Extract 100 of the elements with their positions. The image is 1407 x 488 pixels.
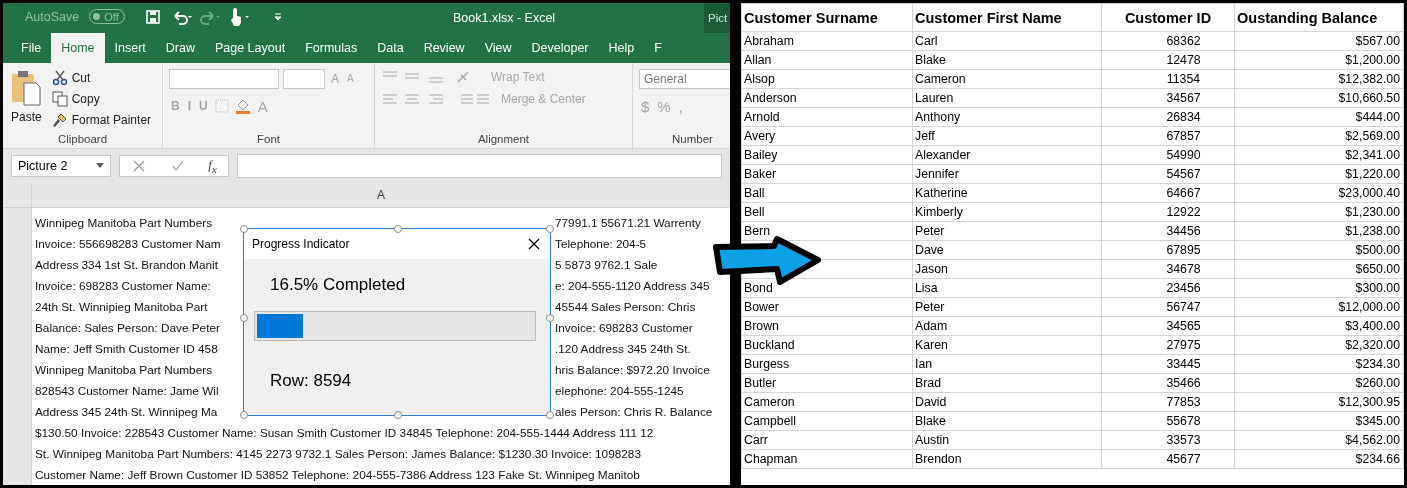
- table-cell: Jennifer: [912, 164, 1102, 184]
- format-painter-button[interactable]: Format Painter: [49, 110, 154, 129]
- table-cell: 33445: [1101, 354, 1235, 374]
- dropdown-icon[interactable]: [96, 163, 104, 169]
- resize-handle[interactable]: [240, 225, 248, 233]
- ribbon-tab[interactable]: Home: [51, 32, 105, 63]
- table-cell: $260.00: [1234, 373, 1404, 393]
- ribbon-tab[interactable]: F: [644, 32, 672, 63]
- table-cell: $1,238.00: [1234, 221, 1404, 241]
- ribbon-tab[interactable]: Help: [598, 32, 645, 63]
- cell-text: 77991.1 55671.21 Warrenty: [555, 215, 701, 230]
- resize-handle[interactable]: [546, 225, 554, 233]
- ribbon-tab[interactable]: Review: [413, 32, 475, 63]
- table-cell: $1,230.00: [1234, 202, 1404, 222]
- ribbon-tab[interactable]: Formulas: [295, 32, 368, 63]
- table-cell: 12922: [1101, 202, 1235, 222]
- resize-handle[interactable]: [240, 411, 248, 419]
- table-cell: $500.00: [1234, 240, 1404, 260]
- table-cell: Cameron: [912, 69, 1102, 89]
- resize-handle[interactable]: [394, 411, 402, 419]
- formula-field[interactable]: [237, 153, 722, 178]
- table-cell: 33573: [1101, 430, 1235, 450]
- resize-handle[interactable]: [240, 314, 248, 322]
- table-cell: Bailey: [741, 145, 913, 165]
- copy-button[interactable]: Copy: [49, 89, 154, 108]
- cell-text: hris Balance: $972.20 Invoice: [555, 362, 710, 377]
- table-cell: $650.00: [1234, 259, 1404, 279]
- table-cell: Alsop: [741, 69, 913, 89]
- table-cell: Jeff: [912, 126, 1102, 146]
- resize-handle[interactable]: [546, 411, 554, 419]
- table-cell: 45677: [1101, 449, 1235, 469]
- paste-button[interactable]: Paste: [9, 108, 44, 125]
- save-icon[interactable]: [144, 8, 161, 25]
- table-cell: Peter: [912, 297, 1102, 317]
- table-cell: Adam: [912, 316, 1102, 336]
- font-name-field[interactable]: [169, 68, 279, 89]
- table-cell: Butler: [741, 373, 913, 393]
- table-cell: 55678: [1101, 411, 1235, 431]
- table-cell: Allan: [741, 50, 913, 70]
- close-icon[interactable]: [526, 236, 542, 252]
- table-cell: 56747: [1101, 297, 1235, 317]
- redo-icon[interactable]: [198, 8, 221, 25]
- table-cell: Carr: [741, 430, 913, 450]
- scissors-icon: [51, 69, 68, 86]
- table-cell: Bower: [741, 297, 913, 317]
- table-cell: Abraham: [741, 31, 913, 51]
- cell-text: St. Winnipeg Manitoba Part Numbers: 4145 2273 9732.1 Sales Person: James Balance: $1230.30 Invoice: 1098283: [35, 446, 641, 461]
- ribbon-tab[interactable]: Page Layout: [204, 32, 296, 63]
- table-cell: Jason: [912, 259, 1102, 279]
- cell-text: ales Person: Chris R. Balance: [555, 404, 713, 419]
- copy-icon: [51, 90, 68, 107]
- column-header: Oustanding Balance: [1234, 3, 1404, 32]
- name-box[interactable]: Picture 2: [11, 154, 111, 177]
- ribbon-tab[interactable]: Insert: [104, 32, 156, 63]
- column-header: Customer Surname: [741, 3, 913, 32]
- group-label: Alignment: [476, 132, 531, 145]
- table-cell: Chapman: [741, 449, 913, 469]
- table-cell: $234.30: [1234, 354, 1404, 374]
- table-cell: $2,341.00: [1234, 145, 1404, 165]
- number-format-field[interactable]: General: [639, 68, 730, 89]
- column-header: Customer ID: [1101, 3, 1235, 32]
- table-cell: 27975: [1101, 335, 1235, 355]
- resize-handle[interactable]: [546, 314, 554, 322]
- cell-text: Address 334 1st St. Brandon Manit: [35, 257, 218, 272]
- insert-function-button[interactable]: f$_{x}$: [208, 157, 217, 175]
- group-label: Font: [256, 132, 281, 145]
- cell-text: elephone: 204-555-1245: [555, 383, 684, 398]
- ribbon-tab[interactable]: View: [474, 32, 522, 63]
- cell-text: Customer Name: Jeff Brown Customer ID 53852 Telephone: 204-555-7386 Address 123 Fake St. Winnipeg Manitob: [35, 467, 640, 482]
- table-cell: Baker: [741, 164, 913, 184]
- table-cell: 34678: [1101, 259, 1235, 279]
- fill-color-icon[interactable]: [233, 97, 252, 116]
- table-cell: Arnold: [741, 107, 913, 127]
- table-cell: $444.00: [1234, 107, 1404, 127]
- cell-text: 5 5873 9762.1 Sale: [555, 257, 658, 272]
- cell-text: Name: Jeff Smith Customer ID 458: [35, 341, 218, 356]
- cut-button[interactable]: Cut: [49, 68, 154, 87]
- table-cell: 34456: [1101, 221, 1235, 241]
- table-cell: $567.00: [1234, 31, 1404, 51]
- table-cell: 54567: [1101, 164, 1235, 184]
- ribbon-tab[interactable]: Data: [367, 32, 414, 63]
- table-cell: $1,220.00: [1234, 164, 1404, 184]
- ribbon-tab[interactable]: Developer: [521, 32, 599, 63]
- ribbon-tab[interactable]: File: [11, 32, 52, 63]
- table-cell: Bell: [741, 202, 913, 222]
- ribbon-tab[interactable]: Draw: [155, 32, 205, 63]
- table-cell: $3,400.00: [1234, 316, 1404, 336]
- paste-icon[interactable]: [10, 68, 43, 107]
- table-cell: 68362: [1101, 31, 1235, 51]
- table-cell: Buckland: [741, 335, 913, 355]
- table-cell: David: [912, 392, 1102, 412]
- resize-handle[interactable]: [394, 225, 402, 233]
- font-size-field[interactable]: [283, 68, 325, 89]
- table-cell: Campbell: [741, 411, 913, 431]
- cell-text: Address 345 24th St. Winnipeg Ma: [35, 404, 218, 419]
- table-cell: Ball: [741, 183, 913, 203]
- table-cell: Avery: [741, 126, 913, 146]
- context-tab[interactable]: Pict: [704, 3, 730, 33]
- table-cell: 67857: [1101, 126, 1235, 146]
- window-title: Book1.xlsx - Excel: [453, 11, 556, 25]
